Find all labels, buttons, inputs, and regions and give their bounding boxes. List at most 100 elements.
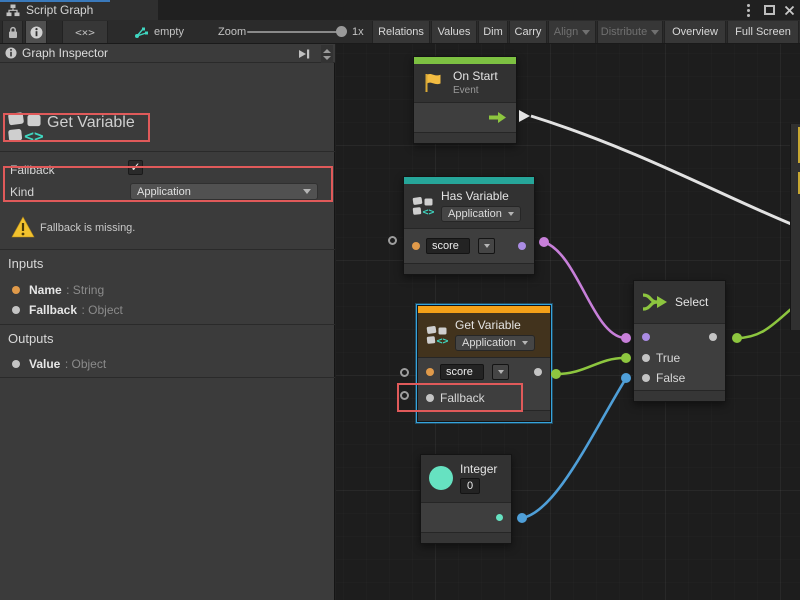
wire-end-dot[interactable] xyxy=(517,513,527,523)
fallback-input-port[interactable] xyxy=(426,394,434,402)
wire-hasvariable-to-select[interactable] xyxy=(544,242,624,338)
panel-scroll-spinner[interactable] xyxy=(321,45,333,63)
false-port-label: False xyxy=(656,371,685,385)
values-button[interactable]: Values xyxy=(431,21,477,43)
chevron-down-icon xyxy=(508,212,514,216)
variable-kind-dropdown[interactable]: Application xyxy=(441,206,521,222)
output-row-value: Value : Object xyxy=(12,355,106,373)
overview-button[interactable]: Overview xyxy=(664,21,726,43)
integer-node[interactable]: Integer 0 xyxy=(420,454,512,544)
inspector-toggle-button[interactable] xyxy=(25,21,47,43)
chevron-down-icon xyxy=(522,341,528,345)
fallback-option-label: Fallback xyxy=(10,163,55,177)
graph-toolbar: <×> empty Zoom 1x Relations Values Dim C… xyxy=(0,20,800,44)
dock-icon[interactable] xyxy=(297,47,311,65)
on-start-node[interactable]: On Start Event xyxy=(413,56,517,144)
integer-icon xyxy=(429,466,453,490)
close-icon[interactable] xyxy=(781,3,797,17)
fallback-port-label: Fallback xyxy=(440,391,485,405)
divider xyxy=(0,324,335,325)
boolean-output-port[interactable] xyxy=(518,242,526,250)
name-input-port[interactable] xyxy=(412,242,420,250)
zoom-slider-handle[interactable] xyxy=(336,26,347,37)
wire-end-dot[interactable] xyxy=(621,333,631,343)
info-icon xyxy=(30,26,43,39)
flow-connection-triangle[interactable] xyxy=(519,110,530,122)
lock-button[interactable] xyxy=(2,21,23,43)
variable-kind-dropdown[interactable]: Application xyxy=(455,335,535,351)
flow-output-port[interactable] xyxy=(489,112,506,123)
info-icon xyxy=(5,47,17,59)
code-icon: <×> xyxy=(75,26,95,39)
integer-value-field[interactable]: 0 xyxy=(460,478,480,494)
inspected-unit-title: Get Variable xyxy=(47,114,135,132)
has-variable-node[interactable]: <> Has Variable Application score xyxy=(403,176,535,275)
chevron-down-icon xyxy=(498,370,504,374)
empty-label: empty xyxy=(154,26,184,38)
carry-button[interactable]: Carry xyxy=(509,21,547,43)
wire-end-dot[interactable] xyxy=(539,237,549,247)
port-dot xyxy=(12,306,20,314)
tab-bar: Script Graph xyxy=(0,0,800,20)
variable-picker-button[interactable] xyxy=(478,238,495,254)
node-footer xyxy=(634,390,725,401)
active-tab-accent xyxy=(0,0,110,2)
tab-script-graph[interactable]: Script Graph xyxy=(0,0,158,20)
distribute-button: Distribute xyxy=(597,21,663,43)
chevron-down-icon xyxy=(303,189,311,194)
port-dot xyxy=(12,360,20,368)
variable-name-field[interactable]: score xyxy=(440,364,484,380)
input-row-fallback: Fallback : Object xyxy=(12,301,123,319)
flag-icon xyxy=(422,71,446,95)
node-footer xyxy=(421,532,511,543)
node-title: Has Variable xyxy=(441,189,521,203)
full-screen-button[interactable]: Full Screen xyxy=(727,21,799,43)
integer-output-port[interactable] xyxy=(496,514,503,521)
graph-inspector-panel: Graph Inspector <> Get Variable Fallback… xyxy=(0,44,335,600)
get-variable-node[interactable]: <> Get Variable Application score Fallba… xyxy=(417,305,551,422)
variables-icon: <> xyxy=(426,325,448,345)
wire-end-dot[interactable] xyxy=(621,353,631,363)
kind-dropdown[interactable]: Application xyxy=(130,183,318,200)
wire-end-dot[interactable] xyxy=(732,333,742,343)
zoom-label: Zoom xyxy=(218,20,246,44)
port-dot xyxy=(12,286,20,294)
maximize-icon[interactable] xyxy=(761,3,777,17)
divider xyxy=(0,249,335,250)
unconnected-port-ring[interactable] xyxy=(400,391,409,400)
condition-input-port[interactable] xyxy=(642,333,650,341)
align-button: Align xyxy=(548,21,596,43)
dim-button[interactable]: Dim xyxy=(478,21,508,43)
select-node[interactable]: Select True False xyxy=(633,280,726,402)
wire-end-dot[interactable] xyxy=(551,369,561,379)
menu-icon[interactable] xyxy=(742,3,754,17)
node-title: Select xyxy=(675,295,708,309)
wire-end-dot[interactable] xyxy=(621,373,631,383)
unconnected-port-ring[interactable] xyxy=(400,368,409,377)
zoom-value: 1x xyxy=(352,20,364,44)
inputs-header: Inputs xyxy=(8,256,43,271)
fallback-checkbox[interactable]: ✓ xyxy=(128,160,143,175)
svg-text:<>: <> xyxy=(24,127,43,144)
chevron-down-icon xyxy=(651,30,659,35)
node-title: Integer xyxy=(460,462,497,476)
node-title: Get Variable xyxy=(455,318,535,332)
node-footer xyxy=(414,132,516,143)
true-port-label: True xyxy=(656,351,680,365)
true-input-port[interactable] xyxy=(642,354,650,362)
variables-toggle-button[interactable]: <×> xyxy=(62,21,108,43)
node-subtitle: Event xyxy=(453,85,498,96)
value-output-port[interactable] xyxy=(534,368,542,376)
variable-picker-button[interactable] xyxy=(492,364,509,380)
node-footer xyxy=(404,263,534,274)
variable-name-field[interactable]: score xyxy=(426,238,470,254)
wire-onstart-flow[interactable] xyxy=(531,116,800,228)
false-input-port[interactable] xyxy=(642,374,650,382)
unconnected-port-ring[interactable] xyxy=(388,236,397,245)
wire-getvariable-to-true[interactable] xyxy=(556,358,624,374)
relations-button[interactable]: Relations xyxy=(372,21,430,43)
tab-title: Script Graph xyxy=(26,3,93,17)
selection-output-port[interactable] xyxy=(709,333,717,341)
zoom-slider-track[interactable] xyxy=(247,31,339,33)
name-input-port[interactable] xyxy=(426,368,434,376)
